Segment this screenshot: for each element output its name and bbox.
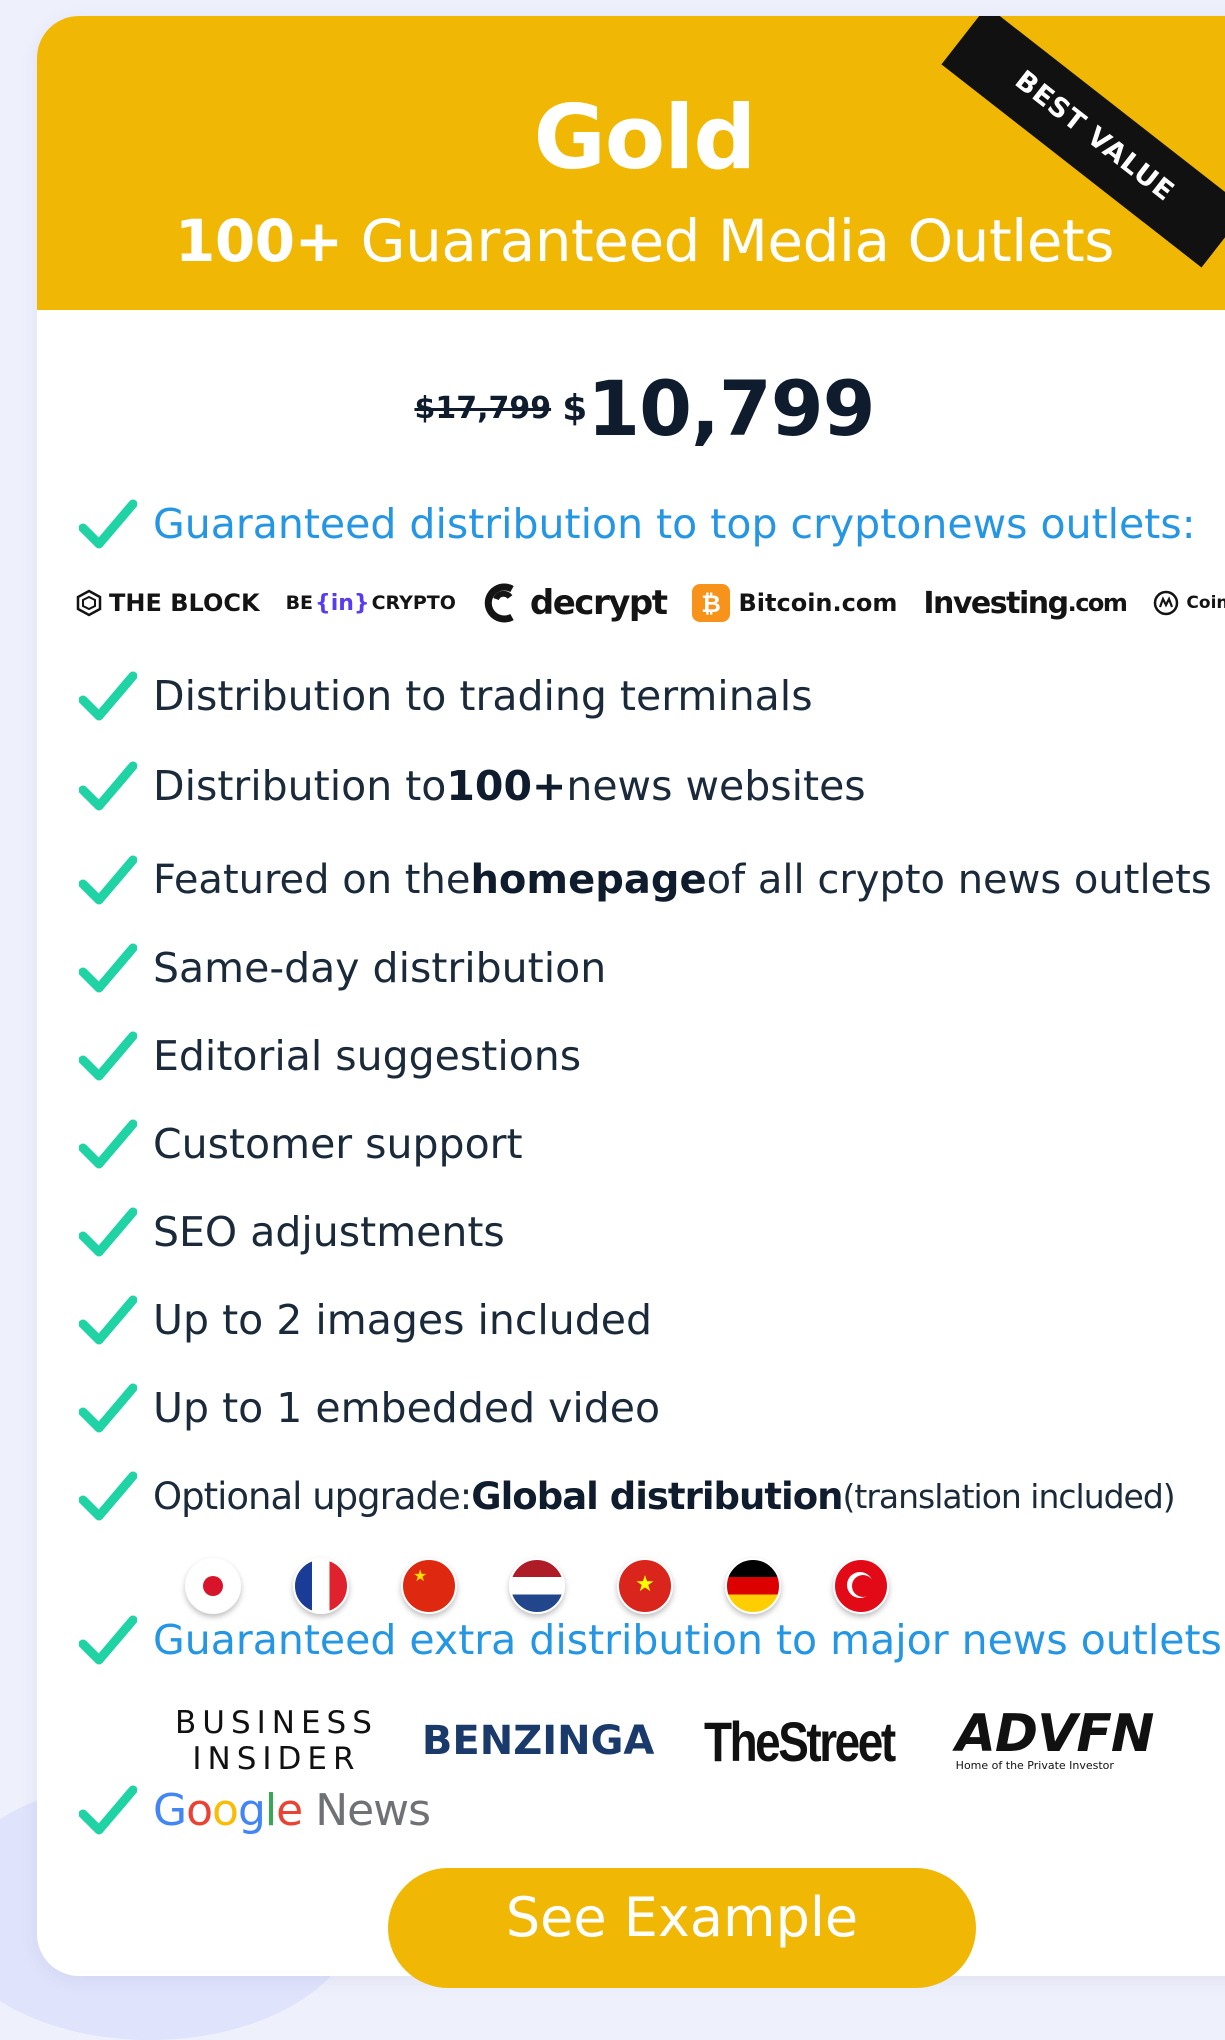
beincrypto-text-b: {in} bbox=[315, 590, 370, 616]
currency-symbol: $ bbox=[562, 388, 588, 429]
the-block-text: THE BLOCK bbox=[109, 589, 260, 617]
pricing-card-gold: Gold 100+ Guaranteed Media Outlets BEST … bbox=[37, 16, 1225, 1976]
check-icon bbox=[79, 1031, 137, 1081]
feature-label: Optional upgrade: bbox=[153, 1474, 472, 1518]
feature-label: Up to 2 images included bbox=[153, 1296, 653, 1344]
feature-label: Distribution to trading terminals bbox=[153, 672, 813, 720]
feature-trading-terminals: Distribution to trading terminals bbox=[79, 666, 813, 726]
card-header: Gold 100+ Guaranteed Media Outlets BEST … bbox=[37, 16, 1225, 310]
vietnam-flag-icon: ★ bbox=[617, 1558, 673, 1614]
beincrypto-text-a: BE bbox=[285, 592, 314, 614]
check-icon bbox=[79, 855, 137, 905]
google-news-logo: Google News bbox=[153, 1784, 431, 1836]
crypto-outlets-logos: THE BLOCK BE {in} CRYPTO decrypt ₿ Bitco… bbox=[75, 578, 1225, 628]
svg-text:₿: ₿ bbox=[702, 590, 722, 618]
bitcoin-icon: ₿ bbox=[692, 584, 731, 622]
logo-thestreet: TheStreet bbox=[704, 1709, 896, 1773]
feature-label-bold: homepage bbox=[470, 857, 707, 903]
logo-business-insider: BUSINESS INSIDER bbox=[175, 1705, 378, 1777]
plan-subtitle-text: Guaranteed Media Outlets bbox=[342, 207, 1115, 275]
check-icon bbox=[79, 499, 137, 549]
google-letter: l bbox=[264, 1784, 277, 1836]
investing-text-a: Investing bbox=[923, 585, 1069, 621]
old-price: $17,799 bbox=[414, 391, 552, 426]
check-icon bbox=[79, 1383, 137, 1433]
the-block-icon bbox=[76, 589, 102, 617]
germany-flag-icon bbox=[725, 1558, 781, 1614]
check-icon bbox=[79, 1119, 137, 1169]
google-letter: o bbox=[212, 1784, 239, 1836]
check-icon bbox=[79, 761, 137, 811]
current-price: 10,799 bbox=[587, 364, 875, 453]
google-letter: e bbox=[276, 1784, 303, 1836]
advfn-text: ADVFN bbox=[955, 1704, 1155, 1764]
feature-label: Distribution to bbox=[153, 762, 447, 810]
feature-label: Featured on the bbox=[153, 857, 471, 903]
feature-seo: SEO adjustments bbox=[79, 1202, 505, 1262]
plan-subtitle-count: 100+ bbox=[175, 207, 343, 275]
bitcoin-text: Bitcoin.com bbox=[738, 589, 898, 617]
feature-label: Guaranteed extra distribution to major n… bbox=[153, 1616, 1225, 1664]
logo-advfn: ADVFN Home of the Private Investor bbox=[955, 1704, 1155, 1773]
decrypt-icon bbox=[484, 583, 514, 623]
google-letter: o bbox=[186, 1784, 213, 1836]
logo-bitcoin-com: ₿ Bitcoin.com bbox=[692, 584, 897, 622]
turkey-flag-icon bbox=[833, 1558, 889, 1614]
business-insider-line2: INSIDER bbox=[192, 1741, 361, 1777]
feature-editorial: Editorial suggestions bbox=[79, 1026, 581, 1086]
france-flag-icon bbox=[293, 1558, 349, 1614]
beincrypto-text-c: CRYPTO bbox=[371, 592, 456, 614]
feature-label: Guaranteed distribution to top cryptonew… bbox=[153, 500, 1196, 548]
investing-text-b: .com bbox=[1067, 589, 1128, 617]
feature-homepage: Featured on the homepage of all crypto n… bbox=[79, 850, 1212, 910]
logo-coinmarketcap: CoinMarketCap bbox=[1152, 589, 1225, 617]
coinmarketcap-icon bbox=[1154, 590, 1179, 616]
check-icon bbox=[79, 1207, 137, 1257]
check-icon bbox=[79, 1471, 137, 1521]
feature-label-rest: of all crypto news outlets bbox=[706, 857, 1212, 903]
feature-same-day: Same-day distribution bbox=[79, 938, 606, 998]
feature-label: Customer support bbox=[153, 1120, 523, 1168]
feature-label: Same-day distribution bbox=[153, 944, 607, 992]
check-icon bbox=[79, 1615, 137, 1665]
check-icon bbox=[79, 1295, 137, 1345]
major-outlets-logos: BUSINESS INSIDER BENZINGA TheStreet ADVF… bbox=[175, 1696, 1155, 1786]
logo-investing-com: Investing .com bbox=[923, 585, 1128, 621]
china-flag-icon: ★ bbox=[401, 1558, 457, 1614]
feature-label-rest: (translation included) bbox=[842, 1476, 1176, 1516]
feature-label-rest: news websites bbox=[566, 762, 866, 810]
feature-global: Optional upgrade: Global distribution (t… bbox=[79, 1466, 1176, 1526]
google-letter: g bbox=[237, 1784, 266, 1836]
price-row: $17,799 $10,799 bbox=[37, 364, 1225, 453]
check-icon bbox=[79, 1785, 137, 1835]
logo-benzinga: BENZINGA bbox=[421, 1718, 655, 1764]
feature-label-bold: 100+ bbox=[446, 762, 567, 810]
language-flags: ★ ★ bbox=[185, 1558, 889, 1616]
japan-flag-icon bbox=[185, 1558, 241, 1614]
feature-video: Up to 1 embedded video bbox=[79, 1378, 660, 1438]
news-word: News bbox=[302, 1784, 431, 1836]
plan-subtitle: 100+ Guaranteed Media Outlets bbox=[37, 206, 1225, 276]
feature-google-news: Google News bbox=[79, 1778, 431, 1842]
feature-support: Customer support bbox=[79, 1114, 523, 1174]
feature-label: SEO adjustments bbox=[153, 1208, 505, 1256]
business-insider-line1: BUSINESS bbox=[175, 1705, 378, 1741]
see-example-button[interactable]: See Example bbox=[388, 1868, 976, 1988]
logo-beincrypto: BE {in} CRYPTO bbox=[286, 591, 456, 616]
google-letter: G bbox=[153, 1784, 187, 1836]
coinmarketcap-text: CoinMarketCap bbox=[1186, 593, 1225, 613]
feature-images: Up to 2 images included bbox=[79, 1290, 652, 1350]
feature-crypto-outlets: Guaranteed distribution to top cryptonew… bbox=[79, 494, 1196, 554]
logo-the-block: THE BLOCK bbox=[75, 589, 260, 617]
logo-decrypt: decrypt bbox=[482, 583, 668, 623]
feature-major-outlets: Guaranteed extra distribution to major n… bbox=[79, 1610, 1225, 1670]
netherlands-flag-icon bbox=[509, 1558, 565, 1614]
feature-label-bold: Global distribution bbox=[471, 1474, 843, 1518]
check-icon bbox=[79, 671, 137, 721]
decrypt-text: decrypt bbox=[529, 583, 668, 623]
feature-label: Up to 1 embedded video bbox=[153, 1384, 661, 1432]
feature-news-websites: Distribution to 100+ news websites bbox=[79, 756, 866, 816]
feature-label: Editorial suggestions bbox=[153, 1032, 582, 1080]
check-icon bbox=[79, 943, 137, 993]
